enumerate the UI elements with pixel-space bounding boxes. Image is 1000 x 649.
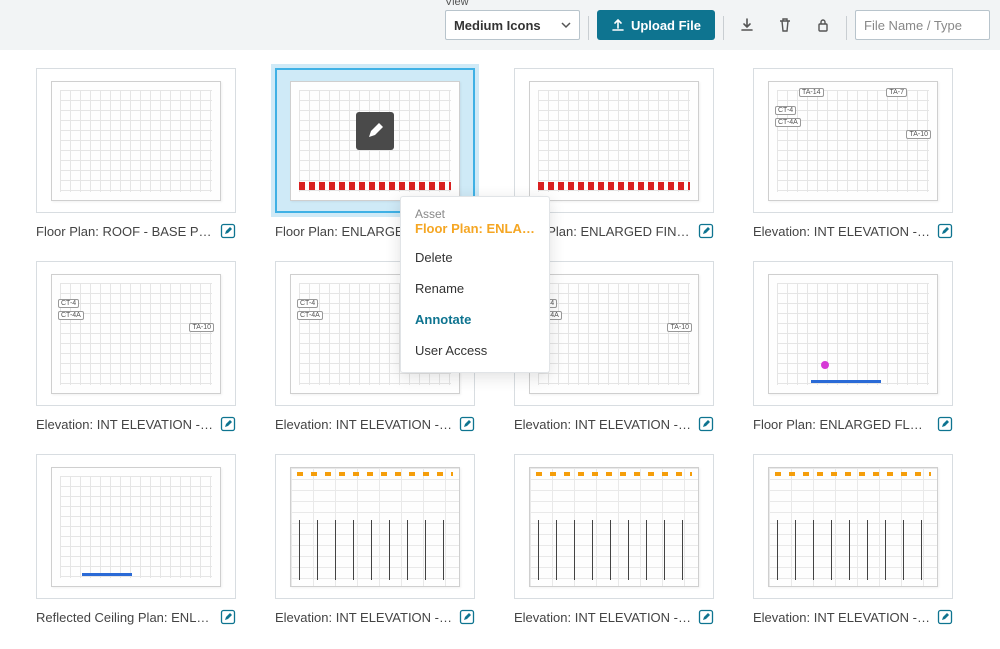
view-label: View	[445, 0, 580, 8]
caption-row: Reflected Ceiling Plan: ENL…	[36, 609, 236, 625]
caption-row: Elevation: INT ELEVATION -…	[753, 223, 953, 239]
caption-row: Elevation: INT ELEVATION -…	[275, 609, 475, 625]
gallery-card[interactable]: Elevation: INT ELEVATION -…	[753, 454, 953, 625]
edit-icon[interactable]	[220, 609, 236, 625]
caption-text: Floor Plan: ROOF - BASE PL…	[36, 224, 214, 239]
gallery-card[interactable]: CT-4CT-4ATA-10 Elevation: INT ELEVATION -…	[36, 261, 236, 432]
gallery-card[interactable]: Elevation: INT ELEVATION -…	[514, 454, 714, 625]
caption-row: Elevation: INT ELEVATION -…	[514, 609, 714, 625]
gallery-card[interactable]: Elevation: INT ELEVATION -…	[275, 454, 475, 625]
gallery-card[interactable]: Floor Plan: ROOF - BASE PL…	[36, 68, 236, 239]
search-placeholder: File Name / Type	[864, 18, 962, 33]
edit-icon[interactable]	[937, 223, 953, 239]
divider	[846, 16, 847, 40]
caption-row: Elevation: INT ELEVATION -…	[275, 416, 475, 432]
edit-icon[interactable]	[698, 609, 714, 625]
edit-icon[interactable]	[937, 609, 953, 625]
divider	[723, 16, 724, 40]
context-menu-header: Asset	[401, 203, 549, 221]
thumbnail[interactable]	[514, 68, 714, 213]
thumbnail[interactable]	[753, 454, 953, 599]
context-menu-item-user-access[interactable]: User Access	[401, 335, 549, 366]
upload-icon	[611, 18, 625, 32]
view-select[interactable]: Medium Icons	[445, 10, 580, 40]
gallery-card[interactable]: Reflected Ceiling Plan: ENL…	[36, 454, 236, 625]
gallery-card[interactable]: CT-4CT-4ATA-10TA-14TA-7 Elevation: INT EL…	[753, 68, 953, 239]
caption-text: Elevation: INT ELEVATION -…	[753, 224, 931, 239]
thumbnail[interactable]	[275, 68, 475, 213]
toolbar: View Medium Icons Upload File File Name …	[0, 0, 1000, 50]
view-group: View Medium Icons	[445, 0, 580, 40]
caption-row: Elevation: INT ELEVATION -…	[753, 609, 953, 625]
upload-label: Upload File	[631, 18, 701, 33]
lock-icon	[815, 17, 831, 33]
caption-text: Elevation: INT ELEVATION -…	[275, 610, 453, 625]
edit-icon[interactable]	[459, 416, 475, 432]
caption-row: Floor Plan: ENLARGED FLO…	[753, 416, 953, 432]
thumbnail[interactable]	[753, 261, 953, 406]
gallery-card[interactable]: Floor Plan: ENLARGED FLO…	[753, 261, 953, 432]
upload-file-button[interactable]: Upload File	[597, 10, 715, 40]
edit-icon[interactable]	[937, 416, 953, 432]
divider	[588, 16, 589, 40]
trash-icon	[777, 17, 793, 33]
caption-text: Reflected Ceiling Plan: ENL…	[36, 610, 214, 625]
download-icon	[739, 17, 755, 33]
search-input[interactable]: File Name / Type	[855, 10, 990, 40]
caption-text: Elevation: INT ELEVATION -…	[275, 417, 453, 432]
edit-icon[interactable]	[220, 223, 236, 239]
view-select-value: Medium Icons	[454, 18, 541, 33]
edit-icon[interactable]	[698, 416, 714, 432]
download-button[interactable]	[732, 10, 762, 40]
caption-row: Elevation: INT ELEVATION -…	[36, 416, 236, 432]
annotate-overlay-icon	[356, 112, 394, 150]
caption-text: Elevation: INT ELEVATION -…	[36, 417, 214, 432]
thumbnail[interactable]: CT-4CT-4ATA-10	[36, 261, 236, 406]
caption-row: Elevation: INT ELEVATION -…	[514, 416, 714, 432]
thumbnail[interactable]	[514, 454, 714, 599]
caption-text: Floor Plan: ENLARGED FLO…	[753, 417, 931, 432]
thumbnail[interactable]	[36, 68, 236, 213]
edit-icon[interactable]	[459, 609, 475, 625]
caption-text: Elevation: INT ELEVATION -…	[514, 610, 692, 625]
caption-text: Elevation: INT ELEVATION -…	[753, 610, 931, 625]
caption-text: Elevation: INT ELEVATION -…	[514, 417, 692, 432]
lock-button[interactable]	[808, 10, 838, 40]
chevron-down-icon	[561, 20, 571, 30]
thumbnail[interactable]	[275, 454, 475, 599]
context-menu-item-annotate[interactable]: Annotate	[401, 304, 549, 335]
context-menu-item-rename[interactable]: Rename	[401, 273, 549, 304]
context-menu-asset-name: Floor Plan: ENLARGE…	[401, 221, 549, 242]
context-menu: Asset Floor Plan: ENLARGE… DeleteRenameA…	[400, 196, 550, 373]
thumbnail[interactable]: CT-4CT-4ATA-10TA-14TA-7	[753, 68, 953, 213]
thumbnail[interactable]	[36, 454, 236, 599]
caption-row: Floor Plan: ROOF - BASE PL…	[36, 223, 236, 239]
edit-icon[interactable]	[698, 223, 714, 239]
delete-button[interactable]	[770, 10, 800, 40]
edit-icon[interactable]	[220, 416, 236, 432]
context-menu-item-delete[interactable]: Delete	[401, 242, 549, 273]
